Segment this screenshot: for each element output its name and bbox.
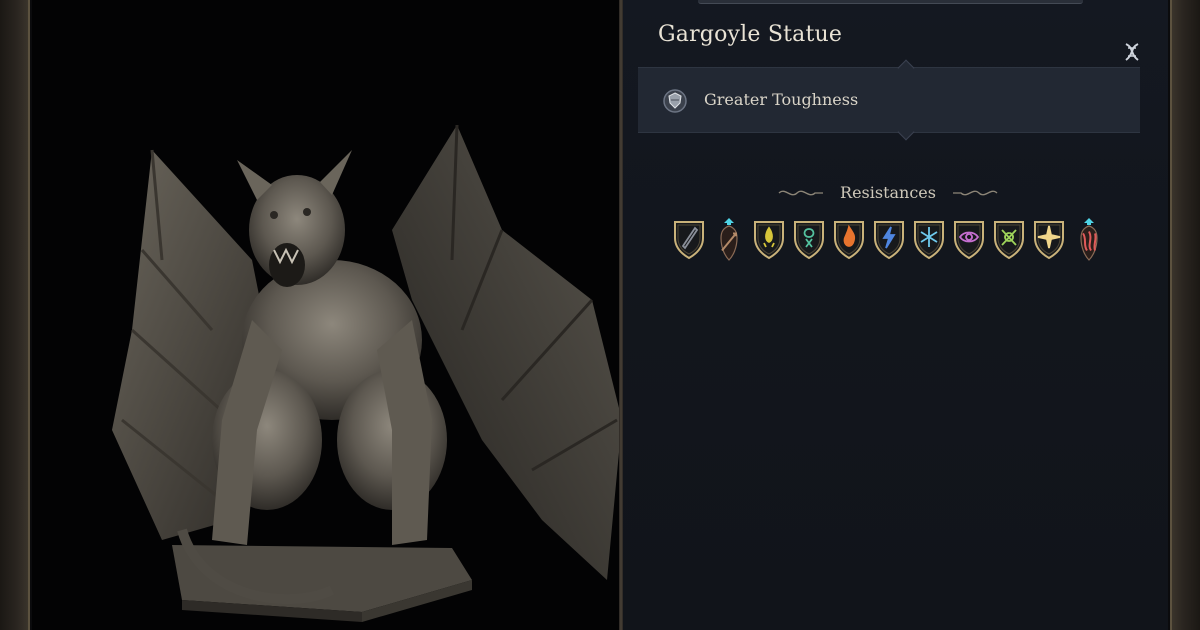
radiant-icon[interactable] xyxy=(1031,218,1067,262)
immune-marker-icon xyxy=(1084,218,1094,225)
flourish-left-icon xyxy=(778,190,823,195)
cold-icon[interactable] xyxy=(911,218,947,262)
psychic-icon[interactable] xyxy=(951,218,987,262)
immune-marker-icon xyxy=(724,218,734,225)
gargoyle-statue-image xyxy=(112,124,622,622)
force-icon[interactable] xyxy=(1071,218,1107,262)
right-frame xyxy=(1170,0,1200,630)
shield-toughness-icon xyxy=(662,88,688,114)
passive-notch-bottom xyxy=(897,123,915,141)
flourish-right-icon xyxy=(953,190,998,195)
creature-name: Gargoyle Statue xyxy=(658,22,843,47)
passive-notch-top xyxy=(897,59,915,77)
passive-feature-box[interactable]: Greater Toughness xyxy=(638,59,1140,141)
lightning-icon[interactable] xyxy=(871,218,907,262)
resistances-title: Resistances xyxy=(840,183,936,202)
creature-viewport xyxy=(32,0,622,630)
poison-icon[interactable] xyxy=(791,218,827,262)
examine-panel: Gargoyle Statue Greater Toughness Resist… xyxy=(623,0,1168,630)
necrotic-icon[interactable] xyxy=(991,218,1027,262)
left-frame xyxy=(0,0,30,630)
dna-icon[interactable] xyxy=(1120,40,1144,64)
passive-label: Greater Toughness xyxy=(704,90,859,109)
slashing-icon[interactable] xyxy=(671,218,707,262)
piercing-icon[interactable] xyxy=(711,218,747,262)
acid-icon[interactable] xyxy=(751,218,787,262)
resistances-header: Resistances xyxy=(623,182,1153,202)
fire-icon[interactable] xyxy=(831,218,867,262)
panel-top-edge xyxy=(698,0,1083,4)
